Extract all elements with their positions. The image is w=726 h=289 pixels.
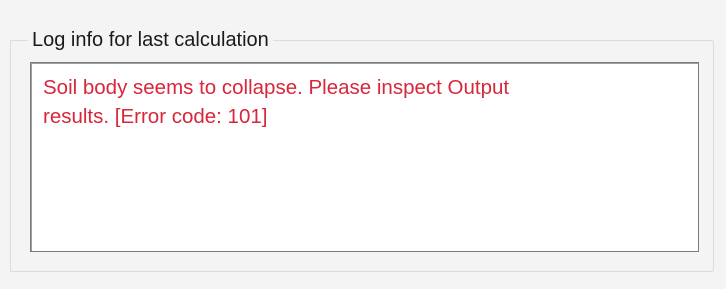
group-title: Log info for last calculation xyxy=(28,27,273,53)
log-error-message: Soil body seems to collapse. Please insp… xyxy=(43,76,510,128)
log-output-box[interactable]: Soil body seems to collapse. Please insp… xyxy=(30,62,699,252)
calculation-log-panel: Log info for last calculation Soil body … xyxy=(0,0,726,289)
